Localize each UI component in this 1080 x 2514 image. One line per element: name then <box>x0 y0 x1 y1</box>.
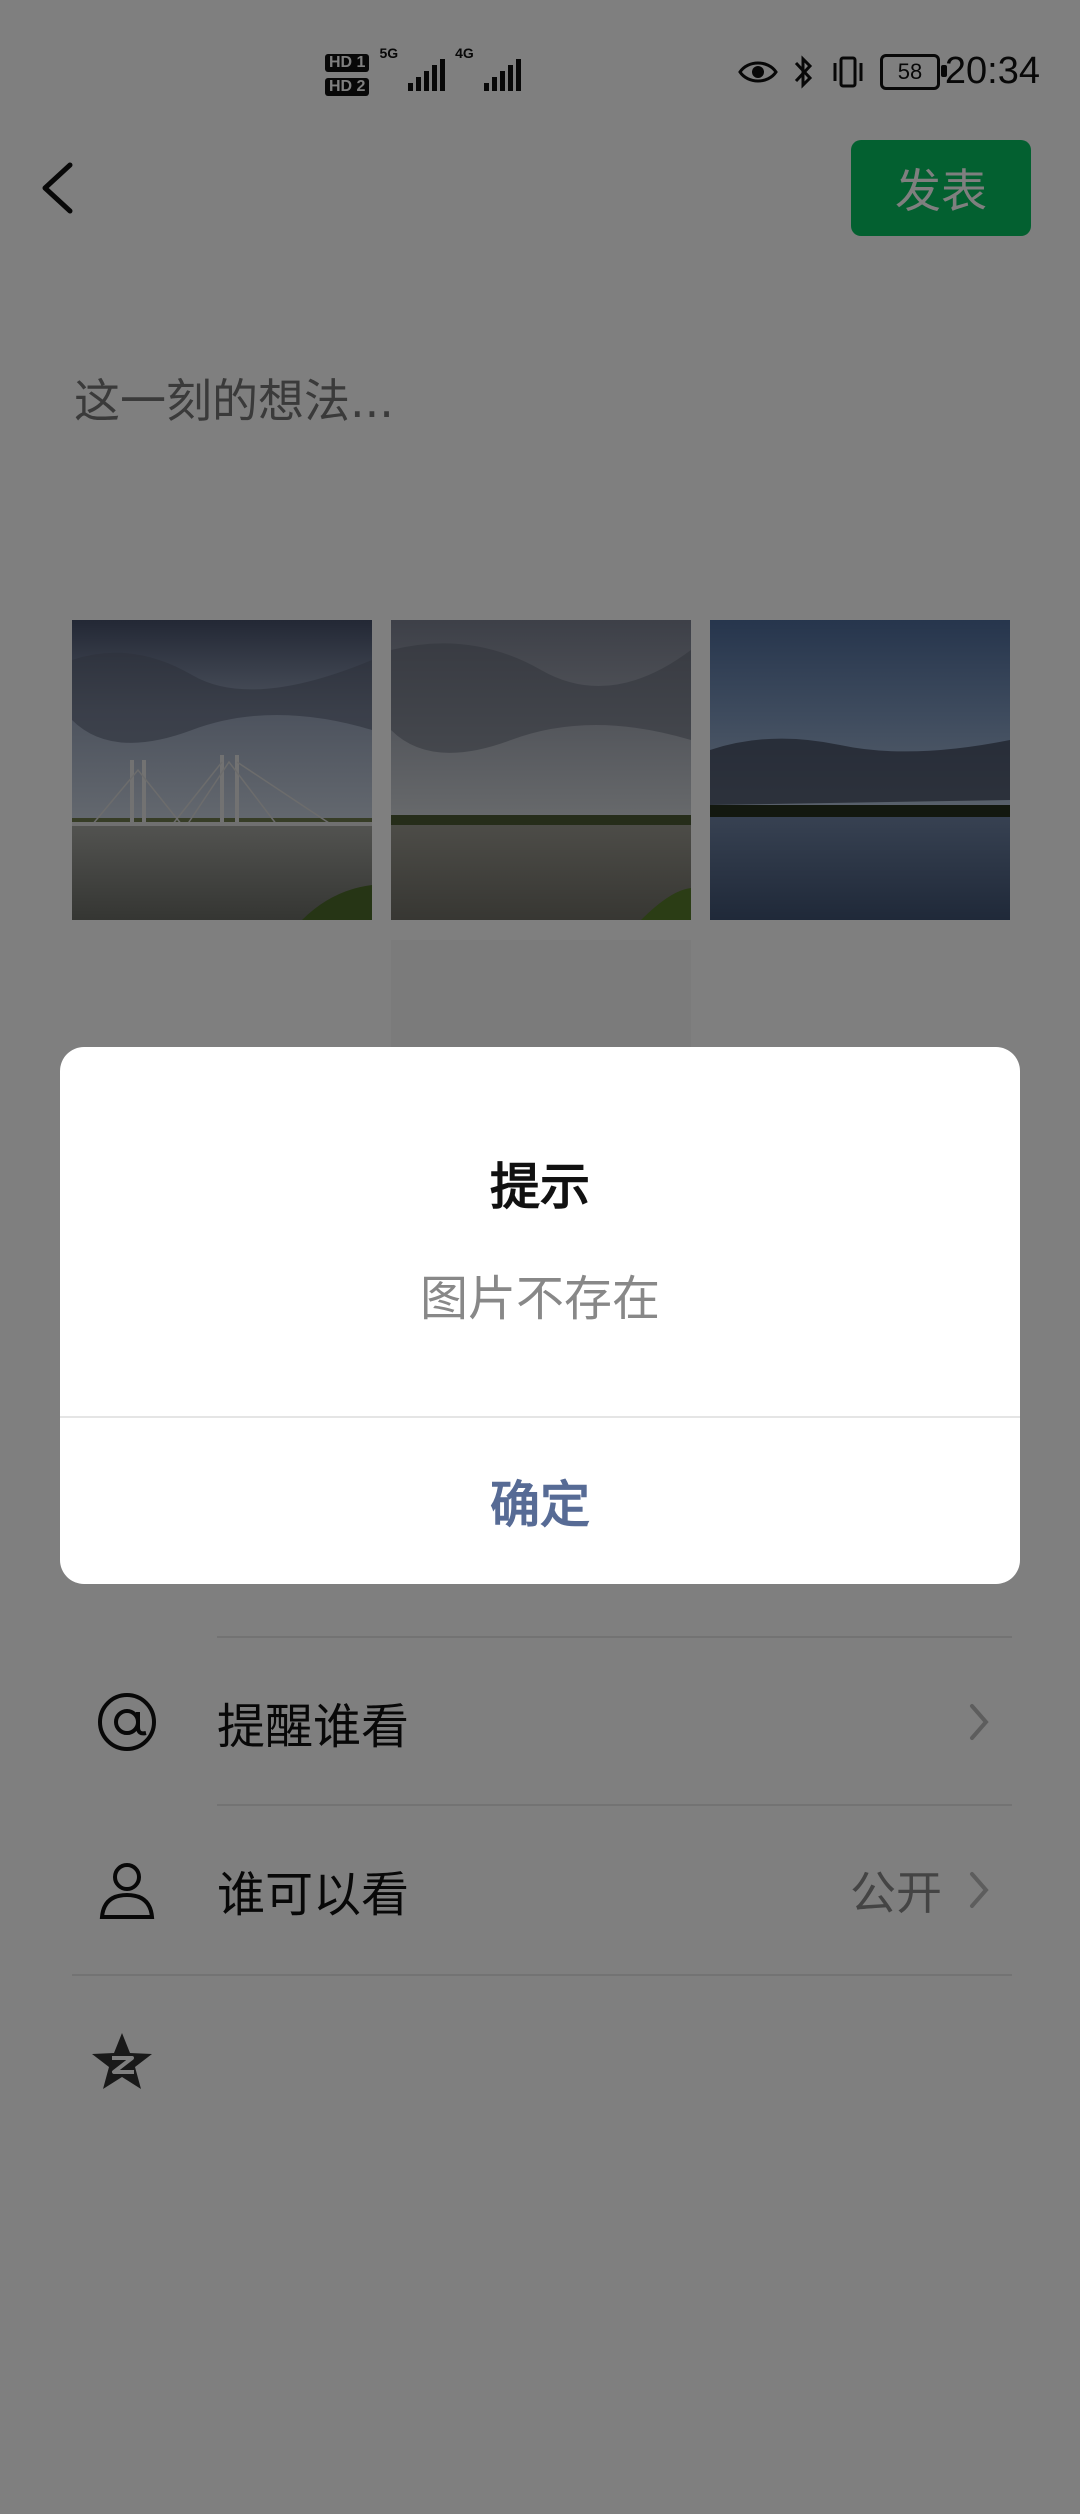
dialog-title: 提示 <box>490 1158 590 1216</box>
confirm-button[interactable]: 确定 <box>60 1418 1020 1584</box>
alert-dialog: 提示 图片不存在 确定 <box>60 1047 1020 1584</box>
dialog-message: 图片不存在 <box>419 1271 660 1327</box>
compose-moment-screen: HD 1 HD 2 5G 4G 58 <box>0 0 1080 2514</box>
